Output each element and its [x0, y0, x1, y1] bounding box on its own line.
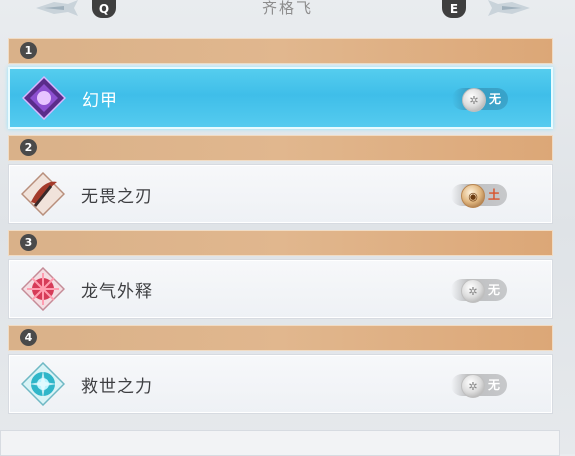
element-label: 无 — [489, 92, 502, 106]
skill-card[interactable]: 幻甲 ✲ 无 — [8, 67, 553, 129]
bottom-panel — [0, 430, 560, 456]
slot-number: 3 — [20, 234, 37, 251]
skill-card[interactable]: 龙气外释 ✲ 无 — [8, 259, 553, 319]
element-badge: ◉ 土 — [451, 184, 507, 208]
skill-slot-3: 3 龙气外释 ✲ 无 — [8, 230, 553, 319]
earth-element-icon: ◉ — [461, 184, 485, 208]
slot-header: 2 — [8, 135, 553, 161]
top-bar: Q 齐格飞 E — [0, 0, 575, 26]
slot-header: 1 — [8, 38, 553, 64]
element-label: 无 — [488, 378, 501, 392]
none-element-icon: ✲ — [461, 374, 485, 398]
element-label: 无 — [488, 283, 501, 297]
element-badge: ✲ 无 — [451, 279, 507, 303]
slot-header: 4 — [8, 325, 553, 351]
dragon-qi-release-skill-icon — [21, 267, 65, 311]
phantom-armor-skill-icon — [22, 76, 66, 120]
slot-number: 2 — [20, 139, 37, 156]
fearless-blade-skill-icon — [21, 172, 65, 216]
skill-name: 无畏之刃 — [81, 187, 153, 207]
element-badge: ✲ 无 — [451, 374, 507, 398]
none-element-icon: ✲ — [462, 88, 486, 112]
skill-name: 救世之力 — [81, 377, 153, 397]
skill-slot-1: 1 幻甲 ✲ 无 — [8, 38, 553, 129]
element-label: 土 — [488, 188, 501, 202]
slot-number: 4 — [20, 329, 37, 346]
skill-name: 龙气外释 — [81, 282, 153, 302]
next-character-key[interactable]: E — [442, 0, 466, 18]
skill-slot-2: 2 无畏之刃 ◉ 土 — [8, 135, 553, 224]
skill-name: 幻甲 — [82, 91, 118, 111]
skill-card[interactable]: 无畏之刃 ◉ 土 — [8, 164, 553, 224]
slot-number: 1 — [20, 42, 37, 59]
skill-list: 1 幻甲 ✲ 无 2 无畏之刃 ◉ 土 3 龙气外释 ✲ 无 4 救世之力 ✲ … — [8, 38, 553, 420]
none-element-icon: ✲ — [461, 279, 485, 303]
skill-card[interactable]: 救世之力 ✲ 无 — [8, 354, 553, 414]
skill-slot-4: 4 救世之力 ✲ 无 — [8, 325, 553, 414]
slot-header: 3 — [8, 230, 553, 256]
savior-power-skill-icon — [21, 362, 65, 406]
right-wing-ornament-icon — [488, 0, 530, 16]
element-badge: ✲ 无 — [452, 88, 508, 112]
